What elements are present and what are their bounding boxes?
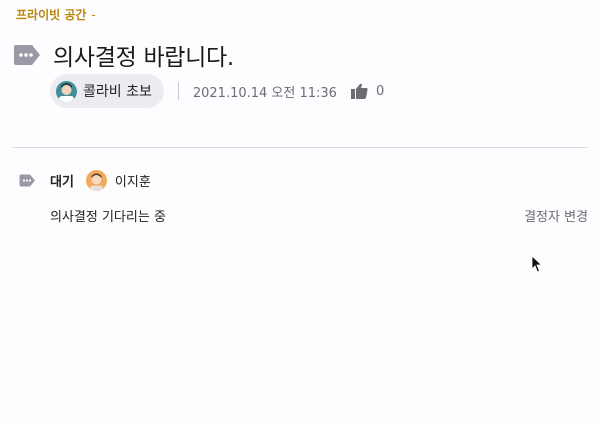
- meta-divider: [177, 82, 179, 100]
- breadcrumb-separator: -: [91, 7, 96, 22]
- page-title: 의사결정 바랍니다.: [53, 45, 234, 71]
- post-meta: 콜라비 초보 2021.10.14 오전 11:36 0: [50, 74, 384, 108]
- change-decider-button[interactable]: 결정자 변경: [524, 206, 588, 225]
- mouse-cursor-icon: [531, 255, 543, 273]
- decision-description: 의사결정 기다리는 중: [50, 210, 166, 225]
- page: 프라이빗 공간 - 의사결정 바랍니다. 콜라비 초보 2021.10.14 오…: [0, 0, 600, 424]
- decision-description-row: 의사결정 기다리는 중 결정자 변경: [50, 206, 588, 225]
- author-avatar: [56, 80, 77, 102]
- thumbs-up-icon: [350, 83, 368, 99]
- like-button[interactable]: 0: [350, 83, 385, 99]
- decision-status: 대기: [50, 174, 74, 190]
- title-row: 의사결정 바랍니다.: [13, 38, 234, 72]
- section-divider: [12, 147, 588, 148]
- tag-icon: [14, 45, 40, 65]
- author-chip[interactable]: 콜라비 초보: [50, 74, 164, 108]
- breadcrumb-space-link[interactable]: 프라이빗 공간: [16, 6, 86, 23]
- assignee-avatar: [85, 169, 107, 191]
- assignee-name[interactable]: 이지훈: [115, 171, 151, 190]
- like-count: 0: [375, 83, 385, 99]
- breadcrumb: 프라이빗 공간 -: [16, 6, 96, 23]
- author-name: 콜라비 초보: [83, 84, 152, 100]
- tag-icon: [19, 174, 35, 186]
- post-datetime: 2021.10.14 오전 11:36: [192, 85, 337, 101]
- decision-status-row: 대기 이지훈: [19, 168, 151, 192]
